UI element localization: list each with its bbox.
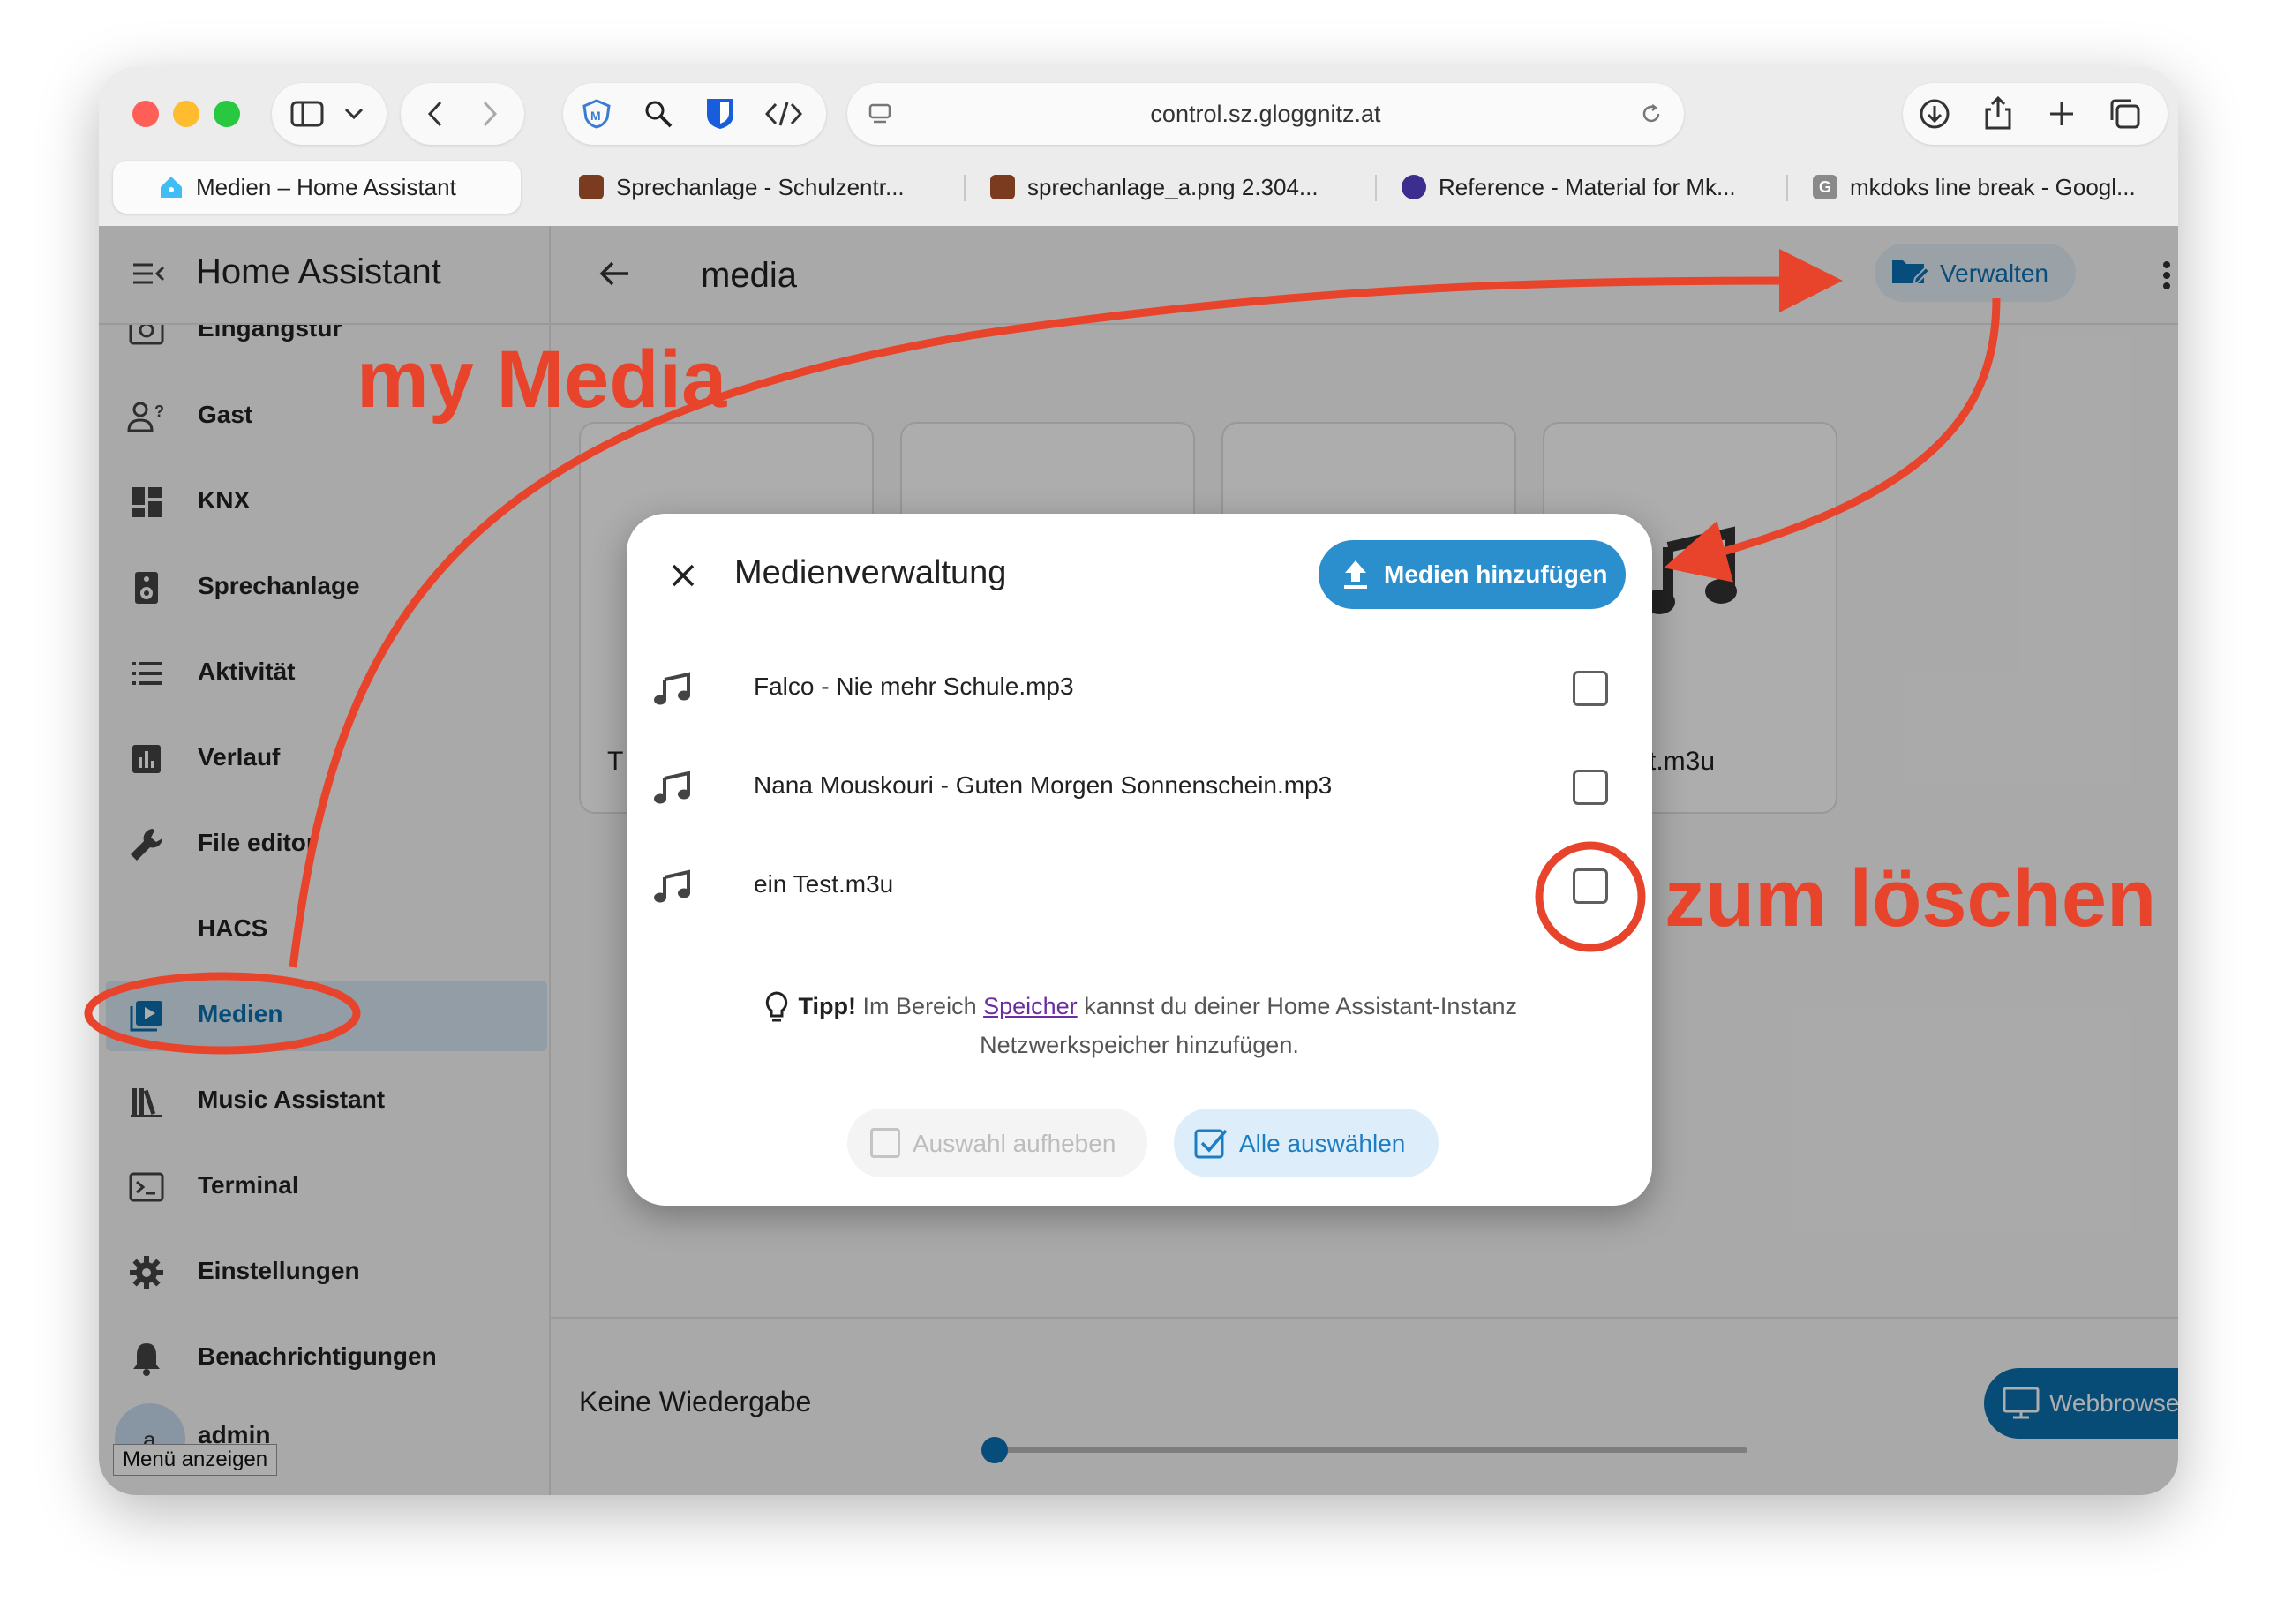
extensions-group: M [563, 83, 826, 145]
tab-label: Sprechanlage - Schulzentr... [616, 173, 905, 200]
bitwarden-icon[interactable] [703, 96, 738, 132]
checkbox-blank-icon [870, 1128, 900, 1158]
crest-icon [579, 175, 604, 199]
file-checkbox[interactable] [1573, 671, 1608, 706]
storage-link[interactable]: Speicher [983, 993, 1078, 1019]
annotation-my-media: my Media [357, 335, 727, 425]
tab-medien[interactable]: Medien – Home Assistant [113, 161, 521, 214]
select-all-label: Alle auswählen [1239, 1130, 1406, 1157]
new-tab-icon[interactable] [2044, 96, 2079, 132]
file-checkbox[interactable] [1573, 770, 1608, 805]
checkbox-marked-icon [1193, 1126, 1229, 1160]
file-checkbox[interactable] [1573, 868, 1608, 904]
file-name: Falco - Nie mehr Schule.mp3 [754, 673, 1074, 700]
file-name: ein Test.m3u [754, 870, 894, 898]
svg-text:M: M [590, 109, 601, 123]
tab-sprechanlage-png[interactable]: sprechanlage_a.png 2.304... [990, 161, 1361, 214]
tab-overview-icon[interactable] [2108, 96, 2143, 132]
zoom-window-button[interactable] [214, 101, 240, 127]
upload-icon [1340, 558, 1371, 591]
tip-line2: Netzwerkspeicher hinzufügen. [980, 1032, 1299, 1058]
crest-icon [990, 175, 1015, 199]
address-bar[interactable]: control.sz.gloggnitz.at [847, 83, 1684, 145]
home-assistant-icon [159, 175, 184, 199]
tab-separator [964, 175, 966, 201]
tip-text-before: Im Bereich [862, 993, 977, 1019]
chevron-down-icon[interactable] [341, 102, 367, 125]
sidebar-icon[interactable] [289, 99, 325, 129]
share-icon[interactable] [1980, 94, 2016, 132]
right-toolbar [1903, 83, 2168, 145]
shield-extension-icon[interactable]: M [579, 98, 614, 130]
media-management-dialog: Medienverwaltung Medien hinzufügen Falco… [627, 514, 1652, 1206]
magnifier-extension-icon[interactable] [641, 98, 676, 130]
deselect-button[interactable]: Auswahl aufheben [847, 1109, 1147, 1177]
music-note-icon [653, 868, 692, 908]
file-name: Nana Mouskouri - Guten Morgen Sonnensche… [754, 771, 1333, 799]
forward-icon[interactable] [475, 99, 505, 129]
tab-sprechanlage[interactable]: Sprechanlage - Schulzentr... [579, 161, 950, 214]
tab-label: Medien – Home Assistant [196, 173, 456, 200]
music-note-icon [653, 671, 692, 710]
lightbulb-icon [762, 990, 792, 1026]
list-item[interactable]: ein Test.m3u [627, 842, 1652, 930]
select-all-button[interactable]: Alle auswählen [1174, 1109, 1439, 1177]
minimize-window-button[interactable] [173, 101, 199, 127]
tab-reference[interactable]: Reference - Material for Mk... [1402, 161, 1772, 214]
material-icon [1402, 175, 1426, 199]
close-icon[interactable] [665, 558, 701, 593]
code-icon[interactable] [764, 98, 803, 130]
tip-label: Tipp! [798, 993, 857, 1019]
sidebar-toggle-group [272, 83, 387, 145]
tip-text-after: kannst du deiner Home Assistant-Instanz [1084, 993, 1517, 1019]
deselect-label: Auswahl aufheben [913, 1130, 1116, 1157]
list-item[interactable]: Nana Mouskouri - Guten Morgen Sonnensche… [627, 743, 1652, 831]
tab-separator [1375, 175, 1377, 201]
tip-text: Tipp! Im Bereich Speicher kannst du dein… [627, 987, 1652, 1064]
tab-strip: Medien – Home Assistant Sprechanlage - S… [113, 161, 2164, 214]
nav-buttons [401, 83, 524, 145]
add-media-label: Medien hinzufügen [1384, 560, 1608, 588]
google-icon: G [1813, 175, 1837, 199]
tab-google[interactable]: G mkdoks line break - Googl... [1813, 161, 2164, 214]
add-media-button[interactable]: Medien hinzufügen [1319, 540, 1626, 609]
reload-icon[interactable] [1638, 101, 1665, 127]
close-window-button[interactable] [132, 101, 159, 127]
download-icon[interactable] [1917, 96, 1952, 132]
browser-toolbar: M control.sz.gloggnitz.at Medien – Home … [99, 67, 2178, 226]
music-note-icon [653, 770, 692, 809]
annotation-zum-loeschen: zum löschen [1665, 853, 2157, 944]
list-item[interactable]: Falco - Nie mehr Schule.mp3 [627, 644, 1652, 733]
back-icon[interactable] [420, 99, 450, 129]
url-text: control.sz.gloggnitz.at [1150, 101, 1381, 127]
tab-label: sprechanlage_a.png 2.304... [1027, 173, 1319, 200]
dialog-title: Medienverwaltung [734, 554, 1007, 591]
tab-label: mkdoks line break - Googl... [1850, 173, 2136, 200]
tab-separator [1786, 175, 1788, 201]
tab-label: Reference - Material for Mk... [1439, 173, 1736, 200]
